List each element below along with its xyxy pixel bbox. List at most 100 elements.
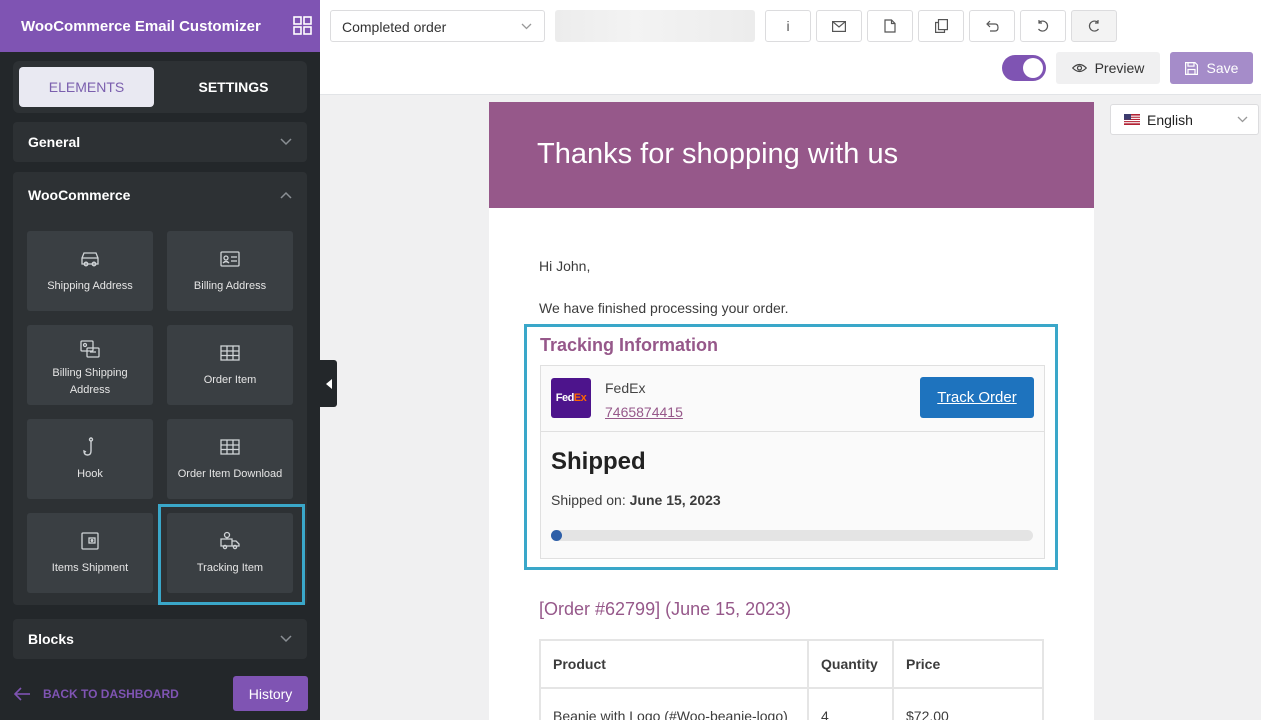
column-header-quantity: Quantity — [807, 639, 894, 689]
chevron-down-icon — [280, 138, 292, 146]
shipment-status: Shipped — [551, 448, 646, 475]
price-cell: $72.00 — [892, 687, 1044, 720]
file-icon — [884, 19, 896, 33]
sidebar-collapse-toggle[interactable] — [320, 360, 337, 407]
chevron-down-icon — [1237, 116, 1248, 123]
history-button[interactable]: History — [233, 676, 308, 711]
email-greeting[interactable]: Hi John, — [539, 258, 590, 274]
sidebar-tabs: ELEMENTS SETTINGS — [13, 61, 307, 113]
address-card-icon — [80, 340, 100, 358]
mail-icon — [832, 20, 846, 32]
tracking-card: Fed Ex FedEx 7465874415 Track Order Shipp… — [540, 365, 1045, 559]
product-cell: Beanie with Logo (#Woo-beanie-logo) — [539, 687, 809, 720]
preview-label: Preview — [1094, 60, 1145, 76]
element-billing-address[interactable]: Billing Address — [167, 231, 293, 311]
redo-icon — [1038, 20, 1049, 32]
sidebar-header: WooCommerce Email Customizer — [0, 0, 320, 52]
shipment-progress-bar — [551, 530, 1033, 541]
refresh-button[interactable] — [1071, 10, 1117, 42]
quantity-cell: 4 — [807, 687, 894, 720]
back-to-dashboard-label: BACK TO DASHBOARD — [43, 687, 179, 701]
sidebar: WooCommerce Email Customizer ELEMENTS SE… — [0, 0, 320, 720]
element-label: Billing Shipping Address — [52, 367, 128, 396]
section-blocks-title: Blocks — [28, 631, 74, 647]
app-title: WooCommerce Email Customizer — [21, 18, 261, 35]
us-flag-icon — [1124, 114, 1140, 125]
language-select[interactable]: English — [1110, 104, 1259, 135]
info-icon: i — [786, 18, 790, 34]
shipped-on-label: Shipped on: — [551, 492, 626, 508]
selected-element-outline — [158, 504, 305, 605]
chevron-up-icon[interactable] — [280, 191, 292, 199]
email-header[interactable]: Thanks for shopping with us — [489, 102, 1094, 208]
truck-icon — [81, 252, 99, 267]
table-header-row: Product Quantity Price — [539, 639, 1044, 689]
fedex-logo: Fed Ex — [551, 378, 591, 418]
top-toolbar: Completed order i Preview Save — [320, 0, 1261, 95]
element-shipping-address[interactable]: Shipping Address — [27, 231, 153, 311]
email-heading[interactable]: Thanks for shopping with us — [537, 138, 898, 171]
table-row: Beanie with Logo (#Woo-beanie-logo) 4 $7… — [539, 687, 1044, 720]
tab-settings[interactable]: SETTINGS — [166, 67, 301, 107]
section-blocks[interactable]: Blocks — [13, 619, 307, 659]
email-preview: Thanks for shopping with us Hi John, We … — [489, 102, 1094, 720]
section-general-title: General — [28, 134, 81, 150]
eye-icon — [1071, 63, 1087, 73]
redo-button[interactable] — [1020, 10, 1066, 42]
back-to-dashboard-link[interactable]: BACK TO DASHBOARD — [14, 684, 179, 704]
chevron-down-icon — [521, 23, 532, 30]
element-billing-shipping-address[interactable]: Billing Shipping Address — [27, 325, 153, 405]
section-woocommerce-title[interactable]: WooCommerce — [28, 187, 130, 203]
tracking-information-block[interactable]: Tracking Information Fed Ex FedEx 7465874… — [524, 324, 1058, 570]
wallet-icon — [81, 532, 99, 550]
element-label: Hook — [77, 468, 103, 480]
copy-button[interactable] — [918, 10, 964, 42]
element-label: Shipping Address — [47, 280, 133, 292]
preview-toggle[interactable] — [1002, 55, 1046, 81]
caret-left-icon — [325, 378, 332, 389]
carrier-name: FedEx — [605, 380, 646, 396]
element-order-item-download[interactable]: Order Item Download — [167, 419, 293, 499]
tab-elements[interactable]: ELEMENTS — [19, 67, 154, 107]
order-items-table[interactable]: Product Quantity Price Beanie with Logo … — [539, 639, 1044, 720]
email-template-value: Completed order — [342, 19, 447, 35]
element-label: Billing Address — [193, 280, 267, 292]
grid-icon[interactable] — [293, 16, 312, 35]
column-header-price: Price — [892, 639, 1044, 689]
undo-icon — [986, 20, 999, 32]
tracking-number-link[interactable]: 7465874415 — [605, 404, 683, 420]
order-heading[interactable]: [Order #62799] (June 15, 2023) — [539, 599, 791, 620]
save-icon — [1184, 61, 1198, 75]
email-intro-text[interactable]: We have finished processing your order. — [539, 300, 789, 316]
shipped-on-date: June 15, 2023 — [629, 492, 721, 508]
undo-button[interactable] — [969, 10, 1015, 42]
element-order-item[interactable]: Order Item — [167, 325, 293, 405]
column-header-product: Product — [539, 639, 809, 689]
id-card-icon — [220, 251, 240, 267]
arrow-left-icon — [14, 687, 30, 701]
language-value: English — [1147, 111, 1193, 128]
section-general[interactable]: General — [13, 122, 307, 162]
chevron-down-icon — [280, 635, 292, 643]
new-template-button[interactable] — [867, 10, 913, 42]
blurred-field[interactable] — [555, 10, 755, 42]
copy-icon — [934, 19, 948, 33]
save-button[interactable]: Save — [1170, 52, 1253, 84]
info-button[interactable]: i — [765, 10, 811, 42]
element-label: Items Shipment — [51, 562, 129, 574]
hook-icon — [83, 437, 94, 456]
shipped-on-text: Shipped on: June 15, 2023 — [551, 492, 721, 508]
save-label: Save — [1206, 60, 1239, 76]
tracking-title: Tracking Information — [540, 335, 719, 355]
preview-button[interactable]: Preview — [1056, 52, 1160, 84]
element-label: Order Item Download — [177, 468, 283, 480]
send-test-email-button[interactable] — [816, 10, 862, 42]
table-icon — [220, 439, 240, 455]
shipment-progress-fill — [551, 530, 562, 541]
track-order-button[interactable]: Track Order — [920, 377, 1034, 418]
tracking-card-header: Fed Ex FedEx 7465874415 Track Order — [541, 366, 1044, 432]
element-items-shipment[interactable]: Items Shipment — [27, 513, 153, 593]
email-template-select[interactable]: Completed order — [330, 10, 545, 42]
toggle-knob — [1023, 58, 1043, 78]
element-hook[interactable]: Hook — [27, 419, 153, 499]
